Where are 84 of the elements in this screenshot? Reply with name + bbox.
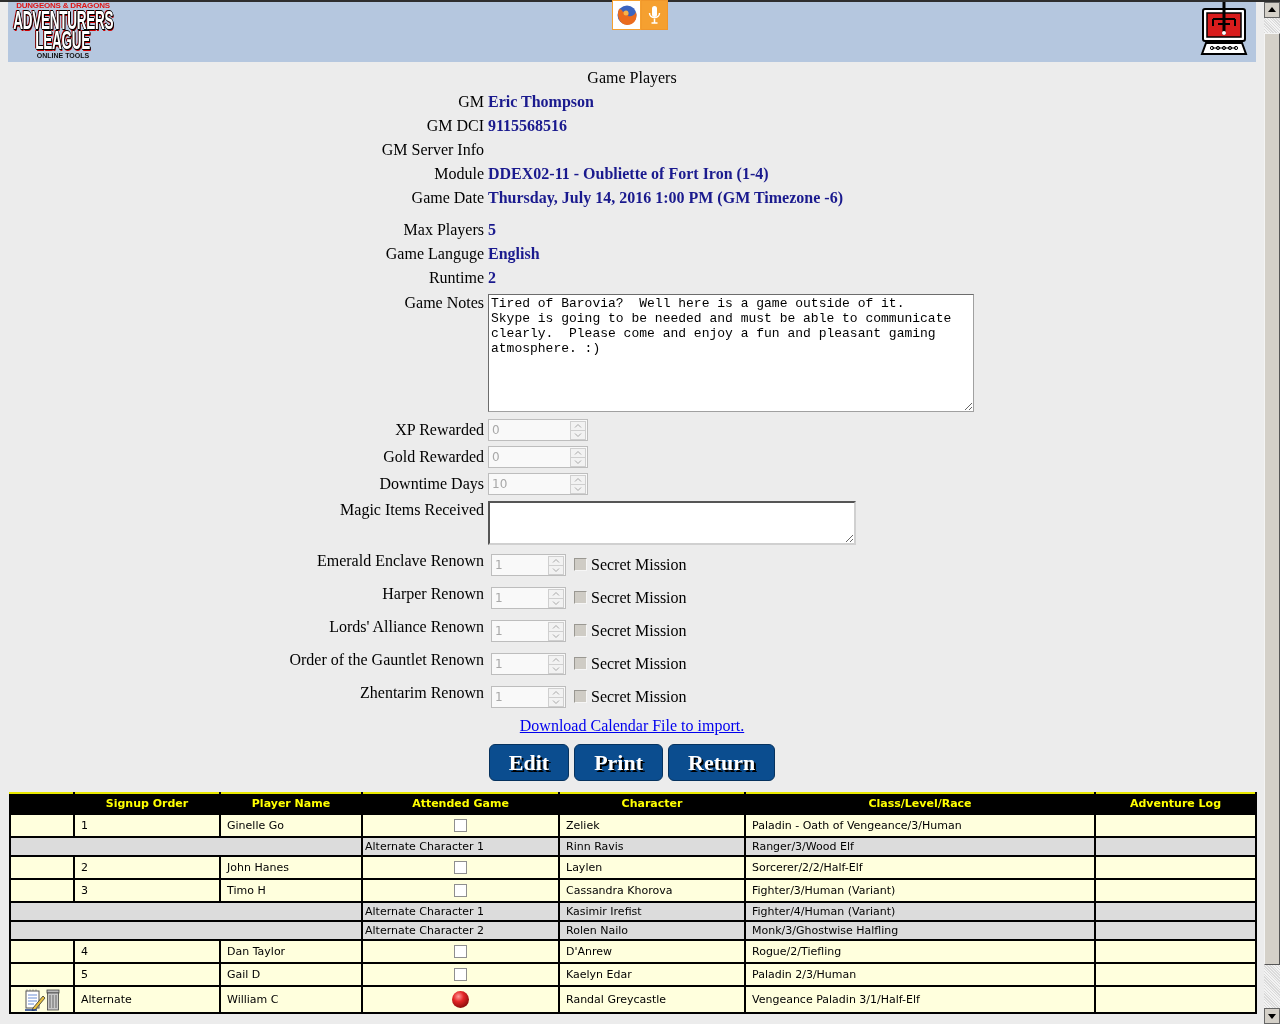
table-cell: Ginelle Go: [220, 814, 362, 837]
table-cell: Paladin - Oath of Vengeance/3/Human: [745, 814, 1095, 837]
logo-brand-text: DUNGEONS & DRAGONS: [16, 2, 110, 10]
field-value: Eric Thompson: [488, 93, 594, 110]
column-header: Class/Level/Race: [745, 793, 1095, 814]
field-label: GM: [457, 92, 484, 112]
checkbox-label: Secret Mission: [591, 654, 687, 674]
table-cell: Gail D: [220, 963, 362, 986]
field-label: GM Server Info: [380, 140, 484, 160]
checkbox-label: Secret Mission: [591, 621, 687, 641]
field-label: Zhentarim Renown: [359, 686, 484, 703]
checkbox-label: Secret Mission: [591, 687, 687, 707]
checkbox-label: Secret Mission: [591, 555, 687, 575]
table-cell: Kaelyn Edar: [559, 963, 745, 986]
table-cell: 1: [74, 814, 220, 837]
table-cell: John Hanes: [220, 856, 362, 879]
computer-icon[interactable]: [1200, 2, 1248, 56]
table-cell: Fighter/3/Human (Variant): [745, 879, 1095, 902]
field-value: English: [488, 245, 540, 262]
magic-items-textarea[interactable]: [488, 501, 856, 545]
header-cell: [10, 793, 74, 814]
field-value: 9115568516: [488, 117, 568, 134]
field-label: Game Date: [410, 188, 484, 208]
checkbox[interactable]: [454, 884, 467, 898]
field-value: 2: [488, 269, 496, 286]
print-button[interactable]: Print: [574, 744, 663, 781]
checkbox[interactable]: [454, 968, 467, 982]
table-cell: Alternate: [74, 986, 220, 1013]
checkbox[interactable]: [454, 945, 467, 959]
column-header: Signup Order: [74, 793, 220, 814]
column-header: Adventure Log: [1095, 793, 1256, 814]
field-value: DDEX02-11 - Oubliette of Fort Iron (1-4): [488, 165, 769, 182]
edit-button[interactable]: Edit: [488, 744, 570, 781]
field-label: Downtime Days: [378, 474, 484, 495]
field-label: Game Languge: [384, 244, 484, 265]
table-cell: D'Anrew: [559, 940, 745, 963]
table-cell: Paladin 2/3/Human: [745, 963, 1095, 986]
field-label: XP Rewarded: [394, 420, 484, 440]
field-label: Gold Rewarded: [382, 447, 484, 467]
table-cell: Dan Taylor: [220, 940, 362, 963]
table-cell: Randal Greycastle: [559, 986, 745, 1013]
field-label: Max Players: [402, 220, 484, 241]
microphone-icon[interactable]: [641, 0, 668, 30]
checkbox[interactable]: [454, 861, 467, 875]
table-cell: Vengeance Paladin 3/1/Half-Elf: [745, 986, 1095, 1013]
notepad-pencil-icon[interactable]: [24, 988, 46, 1011]
trash-can-icon[interactable]: [45, 988, 60, 1011]
checkbox[interactable]: [454, 819, 467, 833]
table-cell: Laylen: [559, 856, 745, 879]
column-header: Character: [559, 793, 745, 814]
field-label: Game Notes: [403, 294, 484, 313]
table-cell: Sorcerer/2/2/Half-Elf: [745, 856, 1095, 879]
field-label: Magic Items Received: [339, 501, 484, 521]
table-cell: Timo H: [220, 879, 362, 902]
table-cell: 5: [74, 963, 220, 986]
field-label: Emerald Enclave Renown: [315, 554, 484, 571]
status-ball-icon: [452, 991, 469, 1008]
field-label: Module: [433, 164, 484, 184]
scroll-down-button[interactable]: [1264, 1008, 1280, 1024]
field-label: Lords' Alliance Renown: [328, 620, 484, 637]
table-cell: William C: [220, 986, 362, 1013]
logo-title-text: ADVENTURERS: [13, 10, 114, 30]
table-cell: Cassandra Khorova: [559, 879, 745, 902]
column-header: Player Name: [220, 793, 362, 814]
field-label: GM DCI: [425, 116, 484, 136]
browser-icon[interactable]: [612, 0, 641, 30]
field-value: 5: [488, 221, 496, 238]
logo-title-text: LEAGUE: [35, 30, 91, 50]
checkbox-label: Secret Mission: [591, 588, 687, 608]
field-value: Thursday, July 14, 2016 1:00 PM (GM Timezone -6): [488, 189, 843, 206]
table-cell: 2: [74, 856, 220, 879]
field-label: Order of the Gauntlet Renown: [288, 653, 484, 670]
calendar-download-link[interactable]: Download Calendar File to import.: [519, 717, 745, 734]
table-cell: 3: [74, 879, 220, 902]
scroll-up-button[interactable]: [1264, 2, 1280, 18]
field-label: Harper Renown: [381, 587, 484, 605]
table-cell: Rogue/2/Tiefling: [745, 940, 1095, 963]
field-label: Runtime: [427, 268, 484, 288]
table-cell: Zeliek: [559, 814, 745, 837]
return-button[interactable]: Return: [668, 744, 776, 781]
table-cell: 4: [74, 940, 220, 963]
notes-textarea[interactable]: Tired of Barovia? Well here is a game outside of it. Skype is going to be needed and must be able to communicate clearly. Please come and enjoy a fun and pleasant gaming atmosphere. :): [488, 294, 974, 412]
column-header: Attended Game: [362, 793, 559, 814]
page-title: Game Players: [586, 68, 678, 89]
